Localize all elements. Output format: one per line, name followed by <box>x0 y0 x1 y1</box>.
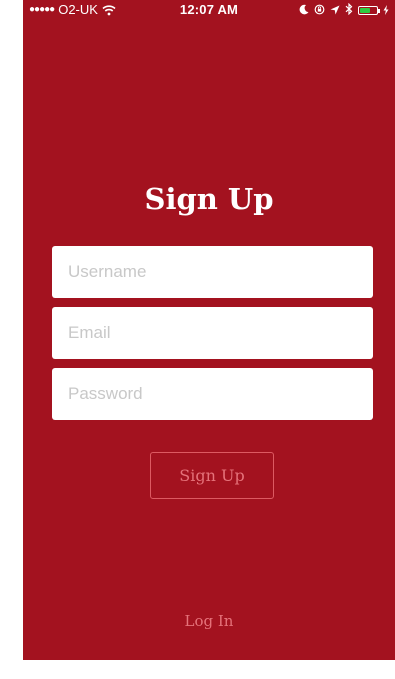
page-title: Sign Up <box>144 182 274 216</box>
moon-icon <box>299 3 309 18</box>
log-in-link[interactable]: Log In <box>23 612 395 630</box>
app-screen: ●●●●● O2-UK 12:07 AM Sign Up Username Em… <box>23 0 395 660</box>
orientation-lock-icon <box>314 3 325 18</box>
status-bar-right <box>299 2 389 18</box>
email-field[interactable] <box>52 307 373 359</box>
battery-icon <box>358 6 380 15</box>
username-field[interactable] <box>52 246 373 298</box>
charging-bolt-icon <box>383 3 389 18</box>
bluetooth-icon <box>345 2 353 18</box>
status-bar: ●●●●● O2-UK 12:07 AM <box>23 0 395 20</box>
location-arrow-icon <box>330 3 340 18</box>
password-field[interactable] <box>52 368 373 420</box>
battery-cap <box>378 9 380 13</box>
battery-level-fill <box>360 8 370 13</box>
sign-up-button[interactable]: Sign Up <box>150 452 274 499</box>
